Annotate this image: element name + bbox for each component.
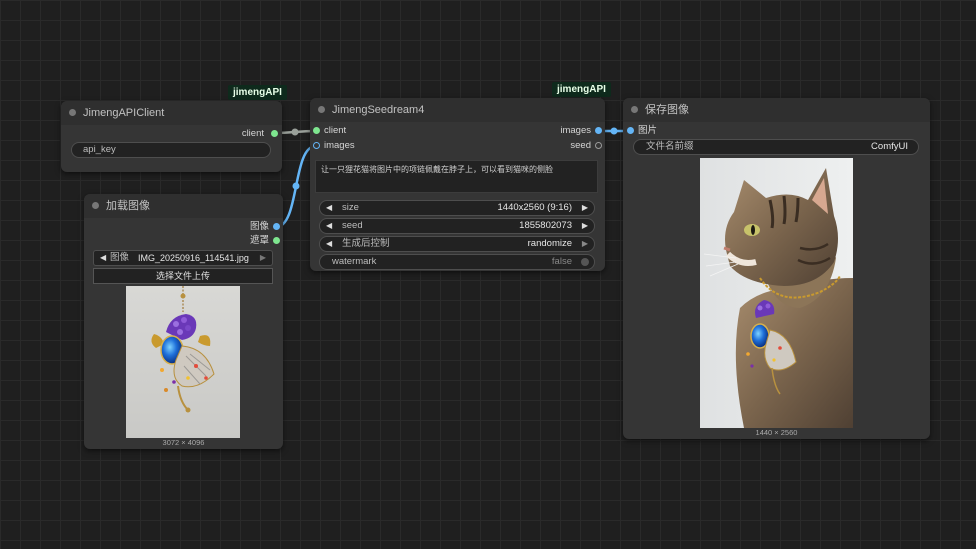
output-seed-label: seed	[570, 140, 591, 151]
output-image-dimensions: 1440 × 2560	[755, 428, 798, 437]
size-label: size	[342, 202, 359, 213]
node-title: JimengAPIClient	[83, 107, 165, 119]
arrow-right-icon[interactable]: ▶	[260, 251, 266, 265]
size-combo[interactable]: ◀ size 1440x2560 (9:16) ▶	[319, 200, 595, 216]
image-file-combo[interactable]: ◀ 图像 IMG_20250916_114541.jpg ▶	[93, 250, 273, 266]
watermark-value: false	[551, 256, 572, 267]
arrow-left-icon[interactable]: ◀	[326, 219, 332, 233]
input-client-label: client	[324, 125, 347, 136]
prefix-value: ComfyUI	[871, 141, 908, 152]
output-image-port[interactable]	[273, 223, 280, 230]
node-title: 加载图像	[106, 200, 150, 212]
input-image-dimensions: 3072 × 4096	[162, 438, 205, 447]
control-after-generate-combo[interactable]: ◀ 生成后控制 randomize ▶	[319, 236, 595, 252]
node-title-bar[interactable]: JimengAPIClient	[61, 101, 282, 125]
arrow-right-icon[interactable]: ▶	[582, 237, 588, 251]
input-client-port[interactable]	[313, 127, 320, 134]
node-badge-jimengapi: jimengAPI	[228, 85, 287, 100]
arrow-right-icon[interactable]: ▶	[582, 219, 588, 233]
output-mask-label: 遮罩	[249, 235, 269, 246]
output-mask-port[interactable]	[273, 237, 280, 244]
size-value: 1440x2560 (9:16)	[497, 202, 572, 213]
input-images-label: 图片	[638, 125, 658, 136]
arrow-left-icon[interactable]: ◀	[326, 237, 332, 251]
toggle-knob-icon	[581, 258, 589, 266]
node-collapse-dot[interactable]	[69, 109, 76, 116]
node-title-bar[interactable]: 加载图像	[84, 194, 283, 218]
output-images-label: images	[560, 125, 591, 136]
output-client-port[interactable]	[271, 130, 278, 137]
seed-number[interactable]: ◀ seed 1855802073 ▶	[319, 218, 595, 234]
api-key-input[interactable]: api_key	[71, 142, 271, 158]
seed-value: 1855802073	[519, 220, 572, 231]
node-jimeng-seedream4[interactable]: JimengSeedream4 client images images see…	[310, 98, 605, 271]
node-save-image[interactable]: 保存图像 图片 文件名前缀 ComfyUI 1440 × 2560	[623, 98, 930, 439]
output-image-preview	[700, 158, 853, 428]
arrow-left-icon[interactable]: ◀	[326, 201, 332, 215]
output-seed-port[interactable]	[595, 142, 602, 149]
prompt-textarea[interactable]: 让一只狸花猫将图片中的项链佩戴在脖子上，可以看到猫咪的侧脸	[315, 160, 598, 193]
arrow-right-icon[interactable]: ▶	[582, 201, 588, 215]
image-label: 图像	[110, 252, 130, 263]
arrow-left-icon[interactable]: ◀	[100, 251, 106, 265]
input-image-preview	[126, 286, 240, 438]
filename-prefix-input[interactable]: 文件名前缀 ComfyUI	[633, 139, 919, 155]
node-jimeng-api-client[interactable]: JimengAPIClient client api_key	[61, 101, 282, 172]
output-client-label: client	[241, 128, 264, 139]
output-images-port[interactable]	[595, 127, 602, 134]
node-title: JimengSeedream4	[332, 104, 425, 116]
input-images-port[interactable]	[627, 127, 634, 134]
node-badge-jimengapi: jimengAPI	[552, 82, 611, 97]
input-images-port[interactable]	[313, 142, 320, 149]
prefix-label: 文件名前缀	[646, 141, 694, 152]
node-title-bar[interactable]: JimengSeedream4	[310, 98, 605, 122]
watermark-toggle[interactable]: watermark false	[319, 254, 595, 270]
control-value: randomize	[527, 238, 572, 249]
output-image-label: 图像	[249, 221, 269, 232]
node-collapse-dot[interactable]	[92, 202, 99, 209]
image-value: IMG_20250916_114541.jpg	[138, 253, 249, 263]
node-collapse-dot[interactable]	[318, 106, 325, 113]
node-load-image[interactable]: 加载图像 图像 遮罩 ◀ 图像 IMG_20250916_114541.jpg …	[84, 194, 283, 449]
node-title: 保存图像	[645, 104, 689, 116]
input-images-label: images	[324, 140, 355, 151]
node-title-bar[interactable]: 保存图像	[623, 98, 930, 122]
seed-label: seed	[342, 220, 363, 231]
node-collapse-dot[interactable]	[631, 106, 638, 113]
api-key-label: api_key	[83, 144, 116, 155]
watermark-label: watermark	[332, 256, 377, 267]
upload-file-button[interactable]: 选择文件上传	[93, 268, 273, 284]
control-label: 生成后控制	[342, 238, 390, 249]
